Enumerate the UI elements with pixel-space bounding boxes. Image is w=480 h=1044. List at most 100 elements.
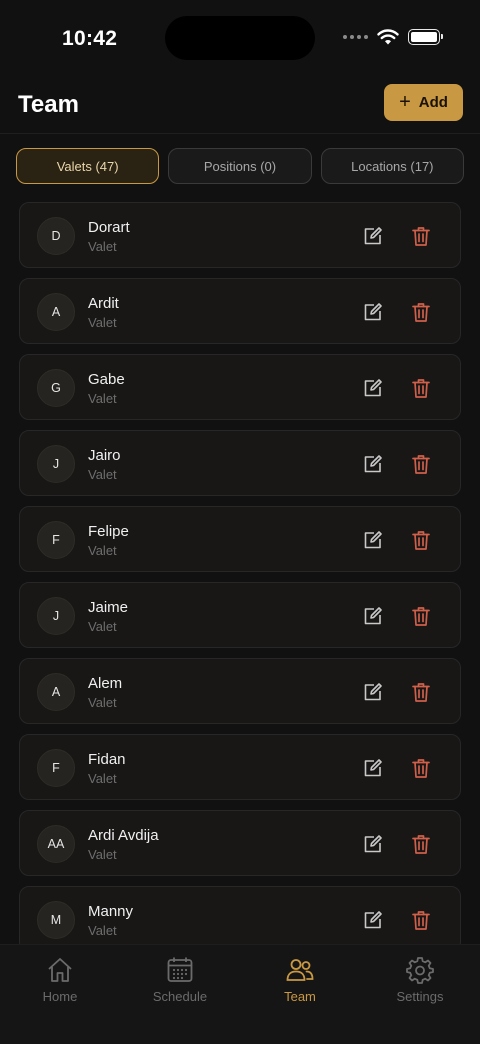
list-item[interactable]: AA Ardi Avdija Valet — [19, 810, 461, 876]
home-icon — [48, 958, 72, 982]
delete-button[interactable] — [410, 757, 432, 779]
plus-icon: + — [399, 90, 411, 113]
member-role: Valet — [88, 771, 117, 786]
delete-button[interactable] — [410, 833, 432, 855]
delete-button[interactable] — [410, 301, 432, 323]
tab-positions[interactable]: Positions (0) — [168, 148, 312, 184]
edit-button[interactable] — [362, 301, 384, 323]
delete-button[interactable] — [410, 225, 432, 247]
nav-team-label: Team — [284, 989, 316, 1004]
tab-locations[interactable]: Locations (17) — [320, 148, 464, 184]
battery-icon — [408, 29, 443, 45]
trash-icon — [410, 607, 432, 631]
bottom-nav: Home Schedule Team Settings — [0, 944, 480, 1044]
delete-button[interactable] — [410, 909, 432, 931]
avatar: AA — [37, 825, 75, 863]
member-name: Ardit — [88, 295, 119, 312]
edit-icon — [362, 683, 384, 707]
trash-icon — [410, 683, 432, 707]
edit-button[interactable] — [362, 833, 384, 855]
list-item[interactable]: M Manny Valet — [19, 886, 461, 944]
delete-button[interactable] — [410, 529, 432, 551]
add-member-button[interactable]: + Add — [384, 84, 463, 121]
trash-icon — [410, 379, 432, 403]
edit-button[interactable] — [362, 377, 384, 399]
list-item[interactable]: D Dorart Valet — [19, 202, 461, 268]
nav-team[interactable]: Team — [240, 945, 360, 1044]
trash-icon — [410, 303, 432, 327]
member-role: Valet — [88, 847, 117, 862]
delete-button[interactable] — [410, 681, 432, 703]
team-list[interactable]: D Dorart Valet A Ardit Valet G Gabe Valet J Jairo V… — [19, 202, 461, 944]
member-name: Fidan — [88, 751, 126, 768]
delete-button[interactable] — [410, 605, 432, 627]
member-role: Valet — [88, 543, 117, 558]
edit-icon — [362, 455, 384, 479]
member-name: Alem — [88, 675, 123, 692]
nav-settings[interactable]: Settings — [360, 945, 480, 1044]
edit-icon — [362, 227, 384, 251]
member-name: Manny — [88, 903, 134, 920]
member-role: Valet — [88, 239, 117, 254]
edit-icon — [362, 379, 384, 403]
delete-button[interactable] — [410, 377, 432, 399]
member-name: Jaime — [88, 599, 129, 616]
member-name: Jairo — [88, 447, 121, 464]
nav-home[interactable]: Home — [0, 945, 120, 1044]
status-bar: 10:42 — [0, 0, 480, 78]
member-name: Ardi Avdija — [88, 827, 159, 844]
member-name: Gabe — [88, 371, 125, 388]
list-item[interactable]: G Gabe Valet — [19, 354, 461, 420]
status-time: 10:42 — [62, 27, 118, 50]
edit-button[interactable] — [362, 453, 384, 475]
edit-button[interactable] — [362, 605, 384, 627]
edit-icon — [362, 531, 384, 555]
status-icons — [343, 29, 443, 45]
list-item[interactable]: F Fidan Valet — [19, 734, 461, 800]
calendar-icon — [167, 957, 193, 982]
trash-icon — [410, 227, 432, 251]
tab-valets[interactable]: Valets (47) — [16, 148, 160, 184]
edit-icon — [362, 759, 384, 783]
delete-button[interactable] — [410, 453, 432, 475]
edit-button[interactable] — [362, 529, 384, 551]
nav-schedule[interactable]: Schedule — [120, 945, 240, 1044]
trash-icon — [410, 911, 432, 935]
avatar: A — [37, 293, 75, 331]
avatar: G — [37, 369, 75, 407]
list-item[interactable]: A Ardit Valet — [19, 278, 461, 344]
trash-icon — [410, 835, 432, 859]
team-icon — [286, 959, 314, 981]
nav-schedule-label: Schedule — [152, 989, 208, 1004]
wifi-icon — [377, 29, 399, 45]
cellular-signal-icon — [343, 35, 368, 39]
member-role: Valet — [88, 315, 117, 330]
edit-button[interactable] — [362, 681, 384, 703]
dynamic-island — [165, 16, 315, 60]
avatar: J — [37, 597, 75, 635]
member-role: Valet — [88, 695, 117, 710]
list-item[interactable]: J Jairo Valet — [19, 430, 461, 496]
gear-icon — [406, 957, 434, 984]
member-role: Valet — [88, 619, 117, 634]
nav-home-label: Home — [42, 989, 78, 1004]
member-role: Valet — [88, 923, 117, 938]
add-button-label: Add — [418, 94, 448, 111]
edit-button[interactable] — [362, 225, 384, 247]
avatar: F — [37, 521, 75, 559]
page-title: Team — [18, 91, 79, 118]
header: Team + Add — [0, 78, 480, 134]
trash-icon — [410, 531, 432, 555]
member-name: Dorart — [88, 219, 130, 236]
edit-button[interactable] — [362, 757, 384, 779]
member-name: Felipe — [88, 523, 129, 540]
avatar: J — [37, 445, 75, 483]
list-item[interactable]: A Alem Valet — [19, 658, 461, 724]
list-item[interactable]: F Felipe Valet — [19, 506, 461, 572]
list-item[interactable]: J Jaime Valet — [19, 582, 461, 648]
avatar: M — [37, 901, 75, 939]
edit-icon — [362, 607, 384, 631]
edit-icon — [362, 303, 384, 327]
team-tabs: Valets (47) Positions (0) Locations (17) — [16, 148, 464, 184]
edit-button[interactable] — [362, 909, 384, 931]
